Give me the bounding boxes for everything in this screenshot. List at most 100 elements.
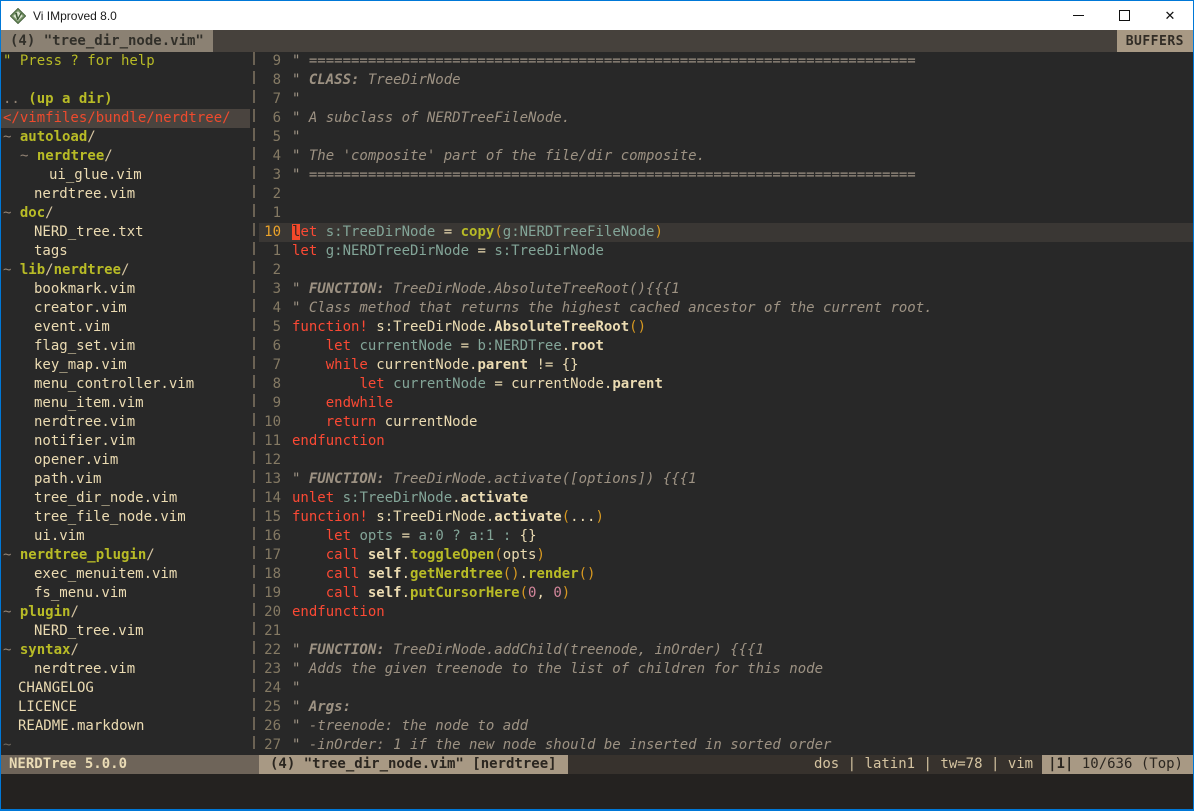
- code-line[interactable]: 2: [259, 185, 1193, 204]
- tree-item[interactable]: menu_controller.vim: [1, 375, 250, 394]
- command-line: [1, 774, 1193, 809]
- code-line[interactable]: 12: [259, 451, 1193, 470]
- code-line[interactable]: 27 " -inOrder: 1 if the new node should b…: [259, 736, 1193, 755]
- code-line[interactable]: 19 call self.putCursorHere(0, 0): [259, 584, 1193, 603]
- tree-item[interactable]: ~ syntax/: [1, 641, 250, 660]
- code-line[interactable]: 14unlet s:TreeDirNode.activate: [259, 489, 1193, 508]
- tree-text-segment: /: [121, 262, 129, 278]
- code-line[interactable]: 5function! s:TreeDirNode.AbsoluteTreeRoo…: [259, 318, 1193, 337]
- tree-item[interactable]: exec_menuitem.vim: [1, 565, 250, 584]
- code-token: " ======================================…: [292, 53, 916, 69]
- code-line[interactable]: 26" -treenode: the node to add: [259, 717, 1193, 736]
- tree-item[interactable]: bookmark.vim: [1, 280, 250, 299]
- close-button[interactable]: ✕: [1147, 1, 1193, 30]
- code-token: (: [520, 585, 528, 601]
- tree-item[interactable]: " Press ? for help: [1, 52, 250, 71]
- tree-item[interactable]: opener.vim: [1, 451, 250, 470]
- tree-item[interactable]: README.markdown: [1, 717, 250, 736]
- code-line[interactable]: 3" =====================================…: [259, 166, 1193, 185]
- tree-item[interactable]: flag_set.vim: [1, 337, 250, 356]
- line-number: 2: [259, 261, 281, 280]
- tree-item[interactable]: event.vim: [1, 318, 250, 337]
- tree-item[interactable]: ui.vim: [1, 527, 250, 546]
- tree-item[interactable]: ~ plugin/: [1, 603, 250, 622]
- code-line[interactable]: 6 let currentNode = b:NERDTree.root: [259, 337, 1193, 356]
- code-token: FUNCTION:: [309, 281, 385, 297]
- tree-item[interactable]: creator.vim: [1, 299, 250, 318]
- tree-item[interactable]: ~ nerdtree/: [1, 147, 250, 166]
- tree-text-segment: /: [146, 547, 154, 563]
- tree-item[interactable]: key_map.vim: [1, 356, 250, 375]
- code-line[interactable]: 16 let opts = a:0 ? a:1 : {}: [259, 527, 1193, 546]
- tree-root-item[interactable]: </vimfiles/bundle/nerdtree/: [1, 109, 250, 128]
- code-line[interactable]: 9 endwhile: [259, 394, 1193, 413]
- editor-rows[interactable]: 9" =====================================…: [259, 52, 1193, 755]
- tree-item[interactable]: ~ lib/nerdtree/: [1, 261, 250, 280]
- tree-item[interactable]: nerdtree.vim: [1, 185, 250, 204]
- code-text: " -inOrder: 1 if the new node should be …: [292, 736, 831, 755]
- tree-item[interactable]: ~ doc/: [1, 204, 250, 223]
- code-line[interactable]: 13" FUNCTION: TreeDirNode.activate([opti…: [259, 470, 1193, 489]
- tree-item[interactable]: nerdtree.vim: [1, 413, 250, 432]
- code-line[interactable]: 8 let currentNode = currentNode.parent: [259, 375, 1193, 394]
- code-line[interactable]: 2: [259, 261, 1193, 280]
- code-line[interactable]: 1let g:NERDTreeDirNode = s:TreeDirNode: [259, 242, 1193, 261]
- code-line[interactable]: 11endfunction: [259, 432, 1193, 451]
- title-bar[interactable]: Vi IMproved 8.0 ✕: [1, 1, 1193, 30]
- tree-item[interactable]: NERD_tree.txt: [1, 223, 250, 242]
- tree-item[interactable]: menu_item.vim: [1, 394, 250, 413]
- line-number: 22: [259, 641, 281, 660]
- tree-item[interactable]: NERD_tree.vim: [1, 622, 250, 641]
- tree-item[interactable]: notifier.vim: [1, 432, 250, 451]
- tree-item[interactable]: fs_menu.vim: [1, 584, 250, 603]
- code-line[interactable]: 1: [259, 204, 1193, 223]
- code-line[interactable]: 22" FUNCTION: TreeDirNode.addChild(treen…: [259, 641, 1193, 660]
- tree-item[interactable]: LICENCE: [1, 698, 250, 717]
- code-line[interactable]: 3" FUNCTION: TreeDirNode.AbsoluteTreeRoo…: [259, 280, 1193, 299]
- tree-item[interactable]: ui_glue.vim: [1, 166, 250, 185]
- code-line[interactable]: 4" The 'composite' part of the file/dir …: [259, 147, 1193, 166]
- tree-item[interactable]: tree_dir_node.vim: [1, 489, 250, 508]
- code-line[interactable]: 9" =====================================…: [259, 52, 1193, 71]
- maximize-button[interactable]: [1101, 1, 1147, 30]
- code-text: endwhile: [292, 394, 393, 413]
- code-line[interactable]: 6" A subclass of NERDTreeFileNode.: [259, 109, 1193, 128]
- tree-item[interactable]: ~ nerdtree_plugin/: [1, 546, 250, 565]
- tree-item[interactable]: .. (up a dir): [1, 90, 250, 109]
- code-line[interactable]: 5": [259, 128, 1193, 147]
- code-line[interactable]: 24": [259, 679, 1193, 698]
- line-number: 27: [259, 736, 281, 755]
- code-line[interactable]: 7": [259, 90, 1193, 109]
- code-line-current[interactable]: 10let s:TreeDirNode = copy(g:NERDTreeFil…: [259, 223, 1193, 242]
- buffers-label[interactable]: BUFFERS: [1117, 30, 1193, 52]
- tree-item[interactable]: nerdtree.vim: [1, 660, 250, 679]
- window-vertical-separator[interactable]: [250, 52, 259, 755]
- code-token: =: [469, 243, 494, 259]
- minimize-button[interactable]: [1055, 1, 1101, 30]
- code-line[interactable]: 15function! s:TreeDirNode.activate(...): [259, 508, 1193, 527]
- tree-item[interactable]: CHANGELOG: [1, 679, 250, 698]
- code-token: [292, 338, 326, 354]
- code-line[interactable]: 18 call self.getNerdtree().render(): [259, 565, 1193, 584]
- code-line[interactable]: 17 call self.toggleOpen(opts): [259, 546, 1193, 565]
- code-line[interactable]: 8" CLASS: TreeDirNode: [259, 71, 1193, 90]
- line-number: 7: [259, 356, 281, 375]
- tree-item[interactable]: tree_file_node.vim: [1, 508, 250, 527]
- code-line[interactable]: 4" Class method that returns the highest…: [259, 299, 1193, 318]
- code-line[interactable]: 21: [259, 622, 1193, 641]
- code-token: endwhile: [326, 395, 393, 411]
- code-token: self: [368, 547, 402, 563]
- tree-item[interactable]: ~ autoload/: [1, 128, 250, 147]
- code-line[interactable]: 10 return currentNode: [259, 413, 1193, 432]
- code-line[interactable]: 25" Args:: [259, 698, 1193, 717]
- code-line[interactable]: 20endfunction: [259, 603, 1193, 622]
- tree-item[interactable]: tags: [1, 242, 250, 261]
- tree-text-segment: ~: [3, 604, 20, 620]
- tree-item[interactable]: ~: [1, 736, 250, 755]
- code-line[interactable]: 7 while currentNode.parent != {}: [259, 356, 1193, 375]
- code-token: while: [326, 357, 368, 373]
- code-token: toggleOpen: [410, 547, 494, 563]
- tab-tree-dir-node[interactable]: (4) "tree_dir_node.vim": [1, 30, 213, 52]
- tree-item[interactable]: path.vim: [1, 470, 250, 489]
- code-line[interactable]: 23" Adds the given treenode to the list …: [259, 660, 1193, 679]
